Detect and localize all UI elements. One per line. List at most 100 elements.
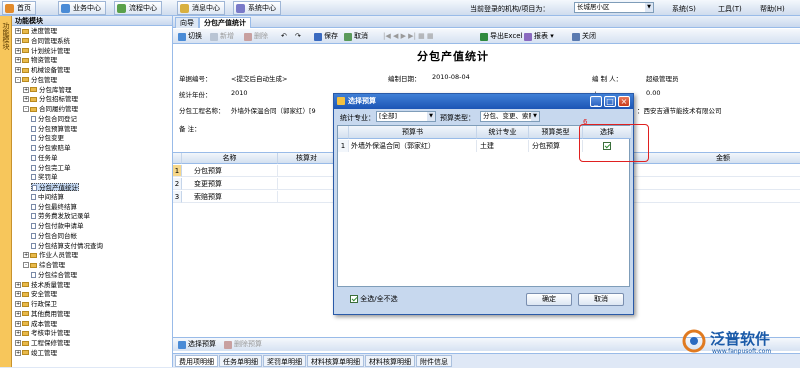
maximize-button[interactable]: □ (604, 96, 616, 107)
tree-item[interactable]: 分包预算管理 (31, 125, 77, 133)
tree-item[interactable]: + 分包招标管理 (23, 95, 78, 103)
select-all-checkbox[interactable] (350, 295, 358, 303)
tree-item[interactable]: 分包索赔单 (31, 144, 71, 152)
expand-toggle[interactable]: + (23, 96, 29, 103)
tree-item[interactable]: + 计划统计管理 (15, 47, 70, 55)
detail-tab[interactable]: 费用项明细 (175, 355, 218, 367)
tab-system-center[interactable]: 系统中心 (233, 1, 281, 15)
tree-item[interactable]: + 技术质量管理 (15, 281, 70, 289)
undo-button[interactable]: ↶ (281, 31, 287, 42)
tree-item[interactable]: - 合同履约管理 (23, 105, 78, 113)
year-value[interactable]: 2010 (231, 89, 248, 97)
tab-business-center[interactable]: 业务中心 (58, 1, 106, 15)
dialog-cancel-button[interactable]: 取消 (578, 293, 624, 306)
tree-item[interactable]: 劳务费发放记录单 (31, 212, 90, 220)
delete-budget-button[interactable]: 删除预算 (223, 339, 262, 350)
select-budget-button[interactable]: 选择预算 (177, 339, 216, 350)
tree-item[interactable]: 分包付款申请单 (31, 222, 84, 230)
add-button[interactable]: 新增 (209, 31, 234, 42)
tree-item[interactable]: + 成本管理 (15, 320, 57, 328)
expand-toggle[interactable]: + (15, 330, 21, 337)
tree-item[interactable]: 分包变更 (31, 134, 64, 142)
expand-toggle[interactable]: + (15, 320, 21, 327)
expand-toggle[interactable]: + (15, 349, 21, 356)
tree-item[interactable]: 中间结算 (31, 193, 64, 201)
tree-item[interactable]: 分包合同台帐 (31, 232, 77, 240)
help-menu[interactable]: 帮助(H) (760, 4, 785, 14)
detail-tab[interactable]: 材料核算明细 (365, 355, 415, 367)
close-icon[interactable]: × (618, 96, 630, 107)
tree-item[interactable]: + 物资管理 (15, 56, 57, 64)
tree-item[interactable]: 分包综合管理 (31, 271, 77, 279)
export-excel-button[interactable]: 导出Excel (479, 31, 523, 42)
tree-item[interactable]: + 机械设备管理 (15, 66, 70, 74)
minimize-button[interactable]: _ (590, 96, 602, 107)
tree-item[interactable]: + 安全管理 (15, 290, 57, 298)
expand-toggle[interactable]: + (15, 37, 21, 44)
expand-toggle[interactable]: + (23, 252, 29, 259)
filter-type-select[interactable]: 分包、变更、索赔 ▼ (480, 111, 540, 122)
tab-output-statistics[interactable]: 分包产值统计 (199, 17, 251, 28)
system-menu[interactable]: 系统(S) (672, 4, 696, 14)
grid-row-name[interactable]: 索赔预算 (182, 191, 278, 203)
expand-toggle[interactable]: + (15, 28, 21, 34)
expand-toggle[interactable]: + (15, 291, 21, 298)
org-select[interactable]: 长城居小区 ▼ (574, 2, 654, 13)
tree-item[interactable]: 分包结算支付情况查询 (31, 242, 103, 250)
cancel-button[interactable]: 取消 (343, 31, 368, 42)
detail-tab[interactable]: 材料核算单明细 (307, 355, 364, 367)
redo-button[interactable]: ↷ (295, 31, 301, 42)
tree-item[interactable]: 分包合同登记 (31, 115, 77, 123)
detail-tab[interactable]: 任务单明细 (219, 355, 262, 367)
tree-item[interactable]: 分包最终结算 (31, 203, 77, 211)
tab-wizard[interactable]: 向导 (175, 17, 199, 28)
expand-toggle[interactable]: + (23, 86, 29, 93)
tree-item[interactable]: + 作业人员管理 (23, 251, 78, 259)
dialog-row-book[interactable]: 外墙外保温合同（郭家红） (349, 140, 477, 152)
tree-item[interactable]: + 合同管理系统 (15, 37, 70, 45)
expand-toggle[interactable]: + (15, 57, 21, 64)
switch-button[interactable]: 切换 (177, 31, 202, 42)
tree-item[interactable]: - 综合管理 (23, 261, 65, 269)
tree-item[interactable]: + 分包库管理 (23, 86, 72, 94)
tree-item[interactable]: - 分包管理 (15, 76, 57, 84)
tree-item[interactable]: + 进度管理 (15, 27, 57, 35)
expand-toggle[interactable]: - (23, 106, 29, 112)
expand-toggle[interactable]: - (15, 76, 21, 83)
tree-item[interactable]: + 竣工管理 (15, 349, 57, 357)
tree-item[interactable]: 奖罚单 (31, 173, 58, 181)
expand-toggle[interactable]: + (15, 47, 21, 54)
close-button[interactable]: 关闭 (571, 31, 596, 42)
ok-button[interactable]: 确定 (526, 293, 572, 306)
tools-menu[interactable]: 工具(T) (718, 4, 742, 14)
detail-tab[interactable]: 附件信息 (416, 355, 452, 367)
grid-row-name[interactable]: 分包预算 (182, 165, 278, 177)
detail-tab[interactable]: 奖罚单明细 (263, 355, 306, 367)
filter-major-select[interactable]: [全部] ▼ (376, 111, 436, 122)
delete-button[interactable]: 删除 (243, 31, 268, 42)
tree-item[interactable]: + 考核审计管理 (15, 329, 70, 337)
project-value[interactable]: 外墙外保温合同（郭家红）[9 (231, 105, 316, 115)
tab-message-center[interactable]: 消息中心 (177, 1, 225, 15)
grid-row-account[interactable] (278, 178, 336, 190)
dialog-title-bar[interactable]: 选择预算 (334, 94, 633, 109)
save-button[interactable]: 保存 (313, 31, 338, 42)
grid-row-account[interactable] (278, 191, 336, 203)
tree-item[interactable]: 分包产值统计 (31, 183, 79, 192)
expand-toggle[interactable]: + (15, 340, 21, 346)
expand-toggle[interactable]: + (15, 281, 21, 288)
tree-item[interactable]: + 行政保卫 (15, 300, 57, 308)
tree-item[interactable]: 分包完工单 (31, 164, 71, 172)
tree-item[interactable]: + 工程保修管理 (15, 339, 70, 347)
date-value[interactable]: 2010-08-04 (432, 73, 470, 81)
tree-item[interactable]: 任务单 (31, 154, 58, 162)
module-side-tab[interactable]: 功能模块 (0, 16, 12, 367)
grid-row-name[interactable]: 变更预算 (182, 178, 278, 190)
tab-process-center[interactable]: 流程中心 (114, 1, 162, 15)
grid-row-account[interactable] (278, 165, 336, 177)
report-button[interactable]: 报表 ▾ (523, 31, 554, 42)
expand-toggle[interactable]: + (15, 310, 21, 317)
select-all-control[interactable]: 全选/全不选 (350, 294, 398, 304)
tab-home[interactable]: 首页 (2, 1, 36, 15)
expand-toggle[interactable]: + (15, 67, 21, 73)
